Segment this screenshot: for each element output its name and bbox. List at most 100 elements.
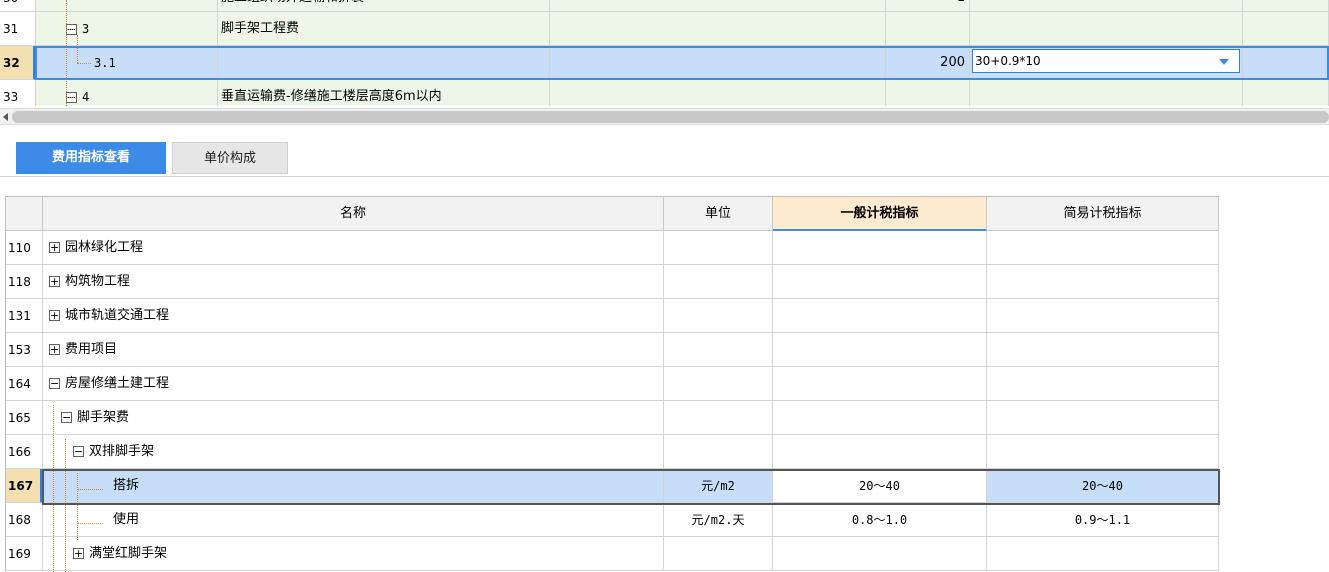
header-row-number — [6, 197, 43, 231]
row-simple-index[interactable] — [987, 435, 1219, 469]
table-row[interactable]: 153 + 费用项目 — [6, 333, 1219, 367]
row-number: 30 — [0, 0, 36, 12]
row-name-cell: − 双排脚手架 — [43, 435, 664, 469]
row-unit — [664, 333, 773, 367]
table-row[interactable]: 166− 双排脚手架 — [6, 435, 1219, 469]
table-row[interactable]: 165− 脚手架费 — [6, 401, 1219, 435]
row-name: 脚手架工程费 — [218, 12, 550, 46]
row-name-cell: − 脚手架费 — [43, 401, 664, 435]
tab-cost-index[interactable]: 费用指标查看 — [16, 142, 166, 174]
header-name[interactable]: 名称 — [43, 197, 664, 231]
row-unit — [664, 265, 773, 299]
table-row[interactable]: 110 + 园林绿化工程 — [6, 231, 1219, 265]
row-name-cell: + 费用项目 — [43, 333, 664, 367]
table-row-selected[interactable]: 167 搭拆 元/m2 20～40 20～40 — [6, 469, 1219, 503]
table-row[interactable]: 30 施工组织场外运输和拆装 1 — [0, 0, 1329, 12]
row-name-cell: 搭拆 — [43, 469, 664, 503]
formula-value: 30+0.9*10 — [975, 54, 1041, 68]
row-quantity: 1 — [886, 0, 970, 12]
tree-guide-line — [66, 97, 74, 98]
row-general-index[interactable] — [773, 537, 987, 571]
formula-dropdown[interactable]: 30+0.9*10 — [972, 49, 1240, 73]
table-row[interactable]: 118 + 构筑物工程 — [6, 265, 1219, 299]
tree-guide-line — [77, 35, 78, 63]
row-number: 118 — [6, 265, 43, 299]
table-row[interactable]: 33 −4 垂直运输费-修缮施工楼层高度6m以内 — [0, 80, 1329, 106]
table-row[interactable]: 169 + 满堂红脚手架 — [6, 537, 1219, 571]
cost-index-table: 名称 单位 一般计税指标 简易计税指标 110 + 园林绿化工程 118 + 构筑物工程 1… — [5, 196, 1220, 572]
row-name-cell: − 房屋修缮土建工程 — [43, 367, 664, 401]
row-general-index[interactable] — [773, 265, 987, 299]
expand-icon[interactable]: + — [49, 242, 60, 253]
expand-icon[interactable]: + — [49, 310, 60, 321]
collapse-icon[interactable]: − — [61, 412, 72, 423]
row-code: 3 — [82, 22, 90, 36]
row-simple-index[interactable]: 20～40 — [987, 469, 1219, 503]
row-simple-index[interactable] — [987, 299, 1219, 333]
row-name: 使用 — [113, 512, 140, 527]
row-name: 费用项目 — [65, 342, 118, 357]
row-simple-index[interactable] — [987, 537, 1219, 571]
scrollbar-thumb[interactable] — [12, 111, 1329, 123]
table-row[interactable]: 131 + 城市轨道交通工程 — [6, 299, 1219, 333]
row-code-cell: −4 — [36, 80, 218, 106]
row-general-index[interactable] — [773, 401, 987, 435]
row-simple-index[interactable] — [987, 333, 1219, 367]
row-number: 168 — [6, 503, 43, 537]
row-simple-index[interactable]: 0.9～1.1 — [987, 503, 1219, 537]
expand-icon[interactable]: + — [49, 276, 60, 287]
expand-icon[interactable]: + — [73, 548, 84, 559]
row-number: 33 — [0, 80, 36, 106]
tree-guide-line — [77, 473, 78, 540]
row-name: 施工组织场外运输和拆装 — [218, 0, 550, 12]
collapse-icon[interactable]: − — [49, 378, 60, 389]
table-row[interactable]: 31 −3 脚手架工程费 — [0, 12, 1329, 46]
row-simple-index[interactable] — [987, 367, 1219, 401]
row-simple-index[interactable] — [987, 401, 1219, 435]
row-general-index[interactable]: 20～40 — [773, 469, 987, 503]
row-name: 构筑物工程 — [65, 274, 131, 289]
row-number: 169 — [6, 537, 43, 571]
tree-guide-line — [65, 439, 66, 572]
row-name: 垂直运输费-修缮施工楼层高度6m以内 — [218, 80, 550, 106]
row-general-index[interactable] — [773, 367, 987, 401]
tab-unit-price-composition[interactable]: 单价构成 — [172, 142, 288, 174]
row-name: 双排脚手架 — [89, 444, 155, 459]
row-general-index[interactable] — [773, 333, 987, 367]
row-number: 166 — [6, 435, 43, 469]
row-general-index[interactable] — [773, 435, 987, 469]
row-general-index[interactable] — [773, 231, 987, 265]
scroll-left-icon[interactable] — [3, 113, 8, 121]
row-number: 165 — [6, 401, 43, 435]
row-name-cell: 使用 — [43, 503, 664, 537]
header-simple-tax-index[interactable]: 简易计税指标 — [987, 197, 1219, 231]
table-row-selected[interactable]: 32 3.1 200 30+0.9*10 — [0, 46, 1329, 80]
row-simple-index[interactable] — [987, 231, 1219, 265]
row-unit — [664, 231, 773, 265]
row-unit — [664, 401, 773, 435]
row-general-index[interactable]: 0.8～1.0 — [773, 503, 987, 537]
row-unit: 元/m2 — [664, 469, 773, 503]
tree-guide-line — [66, 0, 67, 106]
table-row[interactable]: 164− 房屋修缮土建工程 — [6, 367, 1219, 401]
header-general-tax-index[interactable]: 一般计税指标 — [773, 197, 987, 231]
row-name: 搭拆 — [113, 478, 140, 493]
horizontal-scrollbar[interactable] — [0, 108, 1329, 125]
collapse-icon[interactable]: − — [73, 446, 84, 457]
row-number: 167 — [6, 469, 43, 503]
row-simple-index[interactable] — [987, 265, 1219, 299]
row-unit: 元/m2.天 — [664, 503, 773, 537]
row-name: 城市轨道交通工程 — [65, 308, 170, 323]
expand-icon[interactable]: + — [49, 344, 60, 355]
row-code: 3.1 — [94, 56, 116, 70]
row-name: 脚手架费 — [77, 410, 130, 425]
header-unit[interactable]: 单位 — [664, 197, 773, 231]
chevron-down-icon[interactable] — [1219, 59, 1229, 65]
tab-bar: 费用指标查看 单价构成 — [0, 127, 1329, 177]
tree-guide-line — [66, 29, 74, 30]
row-name-cell: + 满堂红脚手架 — [43, 537, 664, 571]
row-name — [218, 46, 550, 80]
row-general-index[interactable] — [773, 299, 987, 333]
row-name-cell: + 构筑物工程 — [43, 265, 664, 299]
table-row[interactable]: 168 使用 元/m2.天 0.8～1.0 0.9～1.1 — [6, 503, 1219, 537]
